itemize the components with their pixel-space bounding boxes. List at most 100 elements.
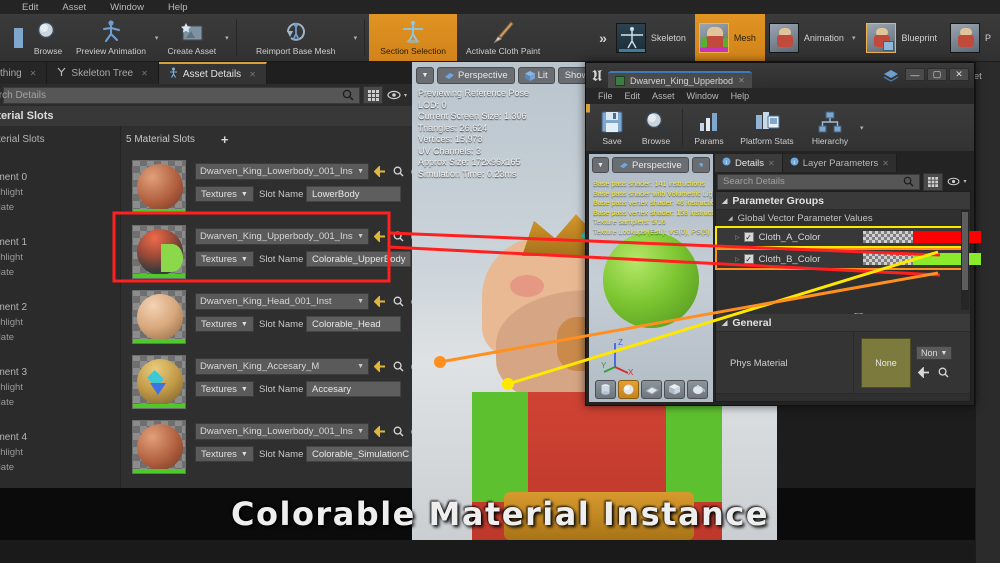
parameter-row-cloth-a-color[interactable]: ▷ ✓ Cloth_A_Color (715, 226, 981, 248)
chevron-down-icon[interactable]: ▼ (941, 350, 948, 357)
parameter-checkbox-cloth-b-color[interactable]: ✓ (743, 254, 754, 264)
expand-arrow-icon[interactable]: ▷ (735, 234, 740, 241)
toolbar-button-activate-cloth-paint[interactable]: Activate Cloth Paint (457, 14, 549, 61)
chevron-down-icon[interactable]: ▼ (597, 162, 604, 169)
chevron-down-icon[interactable]: ▼ (357, 363, 364, 370)
slot-highlight-4[interactable]: Highlight (0, 447, 27, 458)
tab-clothing[interactable]: Clothing ✕ (0, 62, 48, 84)
chevron-down-icon-hierarchy[interactable]: ▾ (857, 124, 867, 132)
chevron-down-icon[interactable]: ▼ (241, 386, 248, 393)
textures-button-4[interactable]: Textures ▼ (195, 446, 254, 462)
slot-highlight-2[interactable]: Highlight (0, 317, 27, 328)
chevron-down-icon-animation[interactable]: ▾ (849, 34, 859, 42)
close-icon[interactable]: ✕ (141, 69, 148, 78)
phys-material-thumbnail[interactable]: None (861, 338, 911, 388)
material-combo-4[interactable]: Dwarven_King_Lowerbody_001_Inst ▼ (195, 423, 369, 440)
plane-shape-button[interactable] (641, 380, 662, 399)
chevron-down-icon[interactable]: ▼ (241, 451, 248, 458)
chevron-down-icon[interactable]: ▾ (404, 92, 407, 99)
phys-material-browse-icon[interactable] (917, 365, 930, 383)
grid-icon[interactable] (363, 86, 383, 104)
mode-button-blueprint[interactable]: Blueprint (862, 14, 946, 61)
material-toolbar-save[interactable]: Save (590, 104, 634, 151)
material-thumbnail-0[interactable] (132, 160, 186, 214)
slot-highlight-3[interactable]: Highlight (0, 382, 27, 393)
menu-item-edit[interactable]: Edit (22, 2, 38, 13)
expand-arrow-icon[interactable]: ▷ (735, 256, 740, 263)
close-icon[interactable]: ✕ (738, 76, 745, 85)
textures-button-0[interactable]: Textures ▼ (195, 186, 254, 202)
slot-name-value-4[interactable]: Colorable_SimulationC (306, 446, 416, 462)
menu-item-help[interactable]: Help (168, 2, 188, 13)
cube-shape-button[interactable] (664, 380, 685, 399)
slot-highlight-1[interactable]: Highlight (0, 252, 27, 263)
toolbar-button-create-asset[interactable]: Create Asset (161, 14, 222, 61)
double-chevron-right-icon[interactable]: » (594, 30, 612, 46)
textures-button-2[interactable]: Textures ▼ (195, 316, 254, 332)
close-icon[interactable]: ✕ (30, 69, 37, 78)
material-toolbar-params[interactable]: Params (687, 104, 731, 151)
tab-layer-parameters[interactable]: i Layer Parameters ✕ (782, 154, 897, 172)
material-toolbar-browse[interactable]: Browse (634, 104, 678, 151)
material-preview-options[interactable]: ▼ (592, 157, 609, 173)
search-input[interactable]: Search Details (0, 86, 360, 104)
group-parameter-groups[interactable]: ◢ Parameter Groups (716, 192, 970, 210)
textures-button-1[interactable]: Textures ▼ (195, 251, 254, 267)
tab-skeleton-tree[interactable]: Skeleton Tree ✕ (47, 62, 159, 84)
material-thumbnail-2[interactable] (132, 290, 186, 344)
chevron-down-icon[interactable]: ▼ (241, 191, 248, 198)
material-window-titlebar[interactable]: 𝖀 Dwarven_King_Upperbod ✕ — ▢ ✕ (586, 63, 974, 88)
chevron-down-icon[interactable]: ▼ (241, 321, 248, 328)
browse-to-asset-icon-2[interactable] (373, 294, 387, 309)
parameter-checkbox-cloth-a-color[interactable]: ✓ (743, 232, 754, 242)
material-preview-lit[interactable] (691, 157, 710, 173)
viewport-options-button[interactable]: ▼ (416, 67, 434, 84)
browse-to-asset-icon-4[interactable] (373, 424, 387, 439)
search-icon-0[interactable] (391, 164, 405, 179)
slot-name-value-0[interactable]: LowerBody (306, 186, 401, 202)
menu-item-window[interactable]: Window (687, 91, 719, 101)
mode-button-skeleton[interactable]: Skeleton (612, 14, 695, 61)
search-icon-4[interactable] (391, 424, 405, 439)
slot-isolate-0[interactable]: Isolate (0, 202, 27, 213)
chevron-down-icon[interactable]: ▼ (422, 72, 429, 79)
parameter-row-cloth-b-color[interactable]: ▷ ✓ Cloth_B_Color (715, 248, 981, 270)
material-combo-3[interactable]: Dwarven_King_Accesary_M ▼ (195, 358, 369, 375)
menu-item-help[interactable]: Help (731, 91, 750, 101)
slot-name-value-1[interactable]: Colorable_UpperBody (306, 251, 411, 267)
material-editor-tab[interactable]: Dwarven_King_Upperbod ✕ (608, 71, 752, 88)
tab-asset-details[interactable]: Asset Details ✕ (158, 62, 267, 84)
menu-item-asset[interactable]: Asset (652, 91, 675, 101)
expand-arrow-icon[interactable]: ◢ (722, 319, 727, 327)
parameter-tree-scrollbar[interactable] (961, 210, 969, 310)
mode-button-physics[interactable]: P (946, 14, 1000, 61)
toolbar-button-browse[interactable]: Browse (26, 14, 70, 61)
maximize-button[interactable]: ▢ (927, 68, 947, 81)
material-editor-menu[interactable]: File Edit Asset Window Help (586, 88, 974, 104)
plus-icon[interactable]: + (221, 132, 229, 147)
material-preview-viewport[interactable]: ▼ Perspective Base pass shader: 141 inst… (589, 154, 713, 402)
close-icon[interactable]: ✕ (768, 159, 775, 168)
app-menu-bar[interactable]: Edit Asset Window Help (0, 0, 1000, 14)
menu-item-edit[interactable]: Edit (625, 91, 641, 101)
cylinder-shape-button[interactable] (595, 380, 616, 399)
slot-name-value-3[interactable]: Accesary (306, 381, 401, 397)
menu-item-asset[interactable]: Asset (62, 2, 86, 13)
material-search-input[interactable]: Search Details (717, 173, 920, 190)
material-preview-perspective[interactable]: Perspective (612, 157, 689, 173)
slot-isolate-3[interactable]: Isolate (0, 397, 27, 408)
chevron-down-icon[interactable]: ▼ (357, 168, 364, 175)
menu-item-window[interactable]: Window (110, 2, 144, 13)
toolbar-button-preview-animation[interactable]: Preview Animation (70, 14, 152, 61)
grid-icon[interactable] (923, 172, 943, 191)
chevron-down-icon[interactable]: ▼ (357, 298, 364, 305)
chevron-down-icon[interactable]: ▾ (963, 178, 966, 185)
phys-material-search-icon[interactable] (938, 365, 949, 383)
mode-button-animation[interactable]: Animation ▾ (765, 14, 863, 61)
tab-details[interactable]: i Details ✕ (715, 154, 783, 172)
search-icon-2[interactable] (391, 294, 405, 309)
eye-icon[interactable]: ▾ (945, 173, 969, 191)
material-thumbnail-1[interactable] (132, 225, 186, 279)
phys-material-dropdown[interactable]: Non ▼ (916, 346, 953, 360)
sphere-shape-button[interactable] (618, 380, 639, 399)
